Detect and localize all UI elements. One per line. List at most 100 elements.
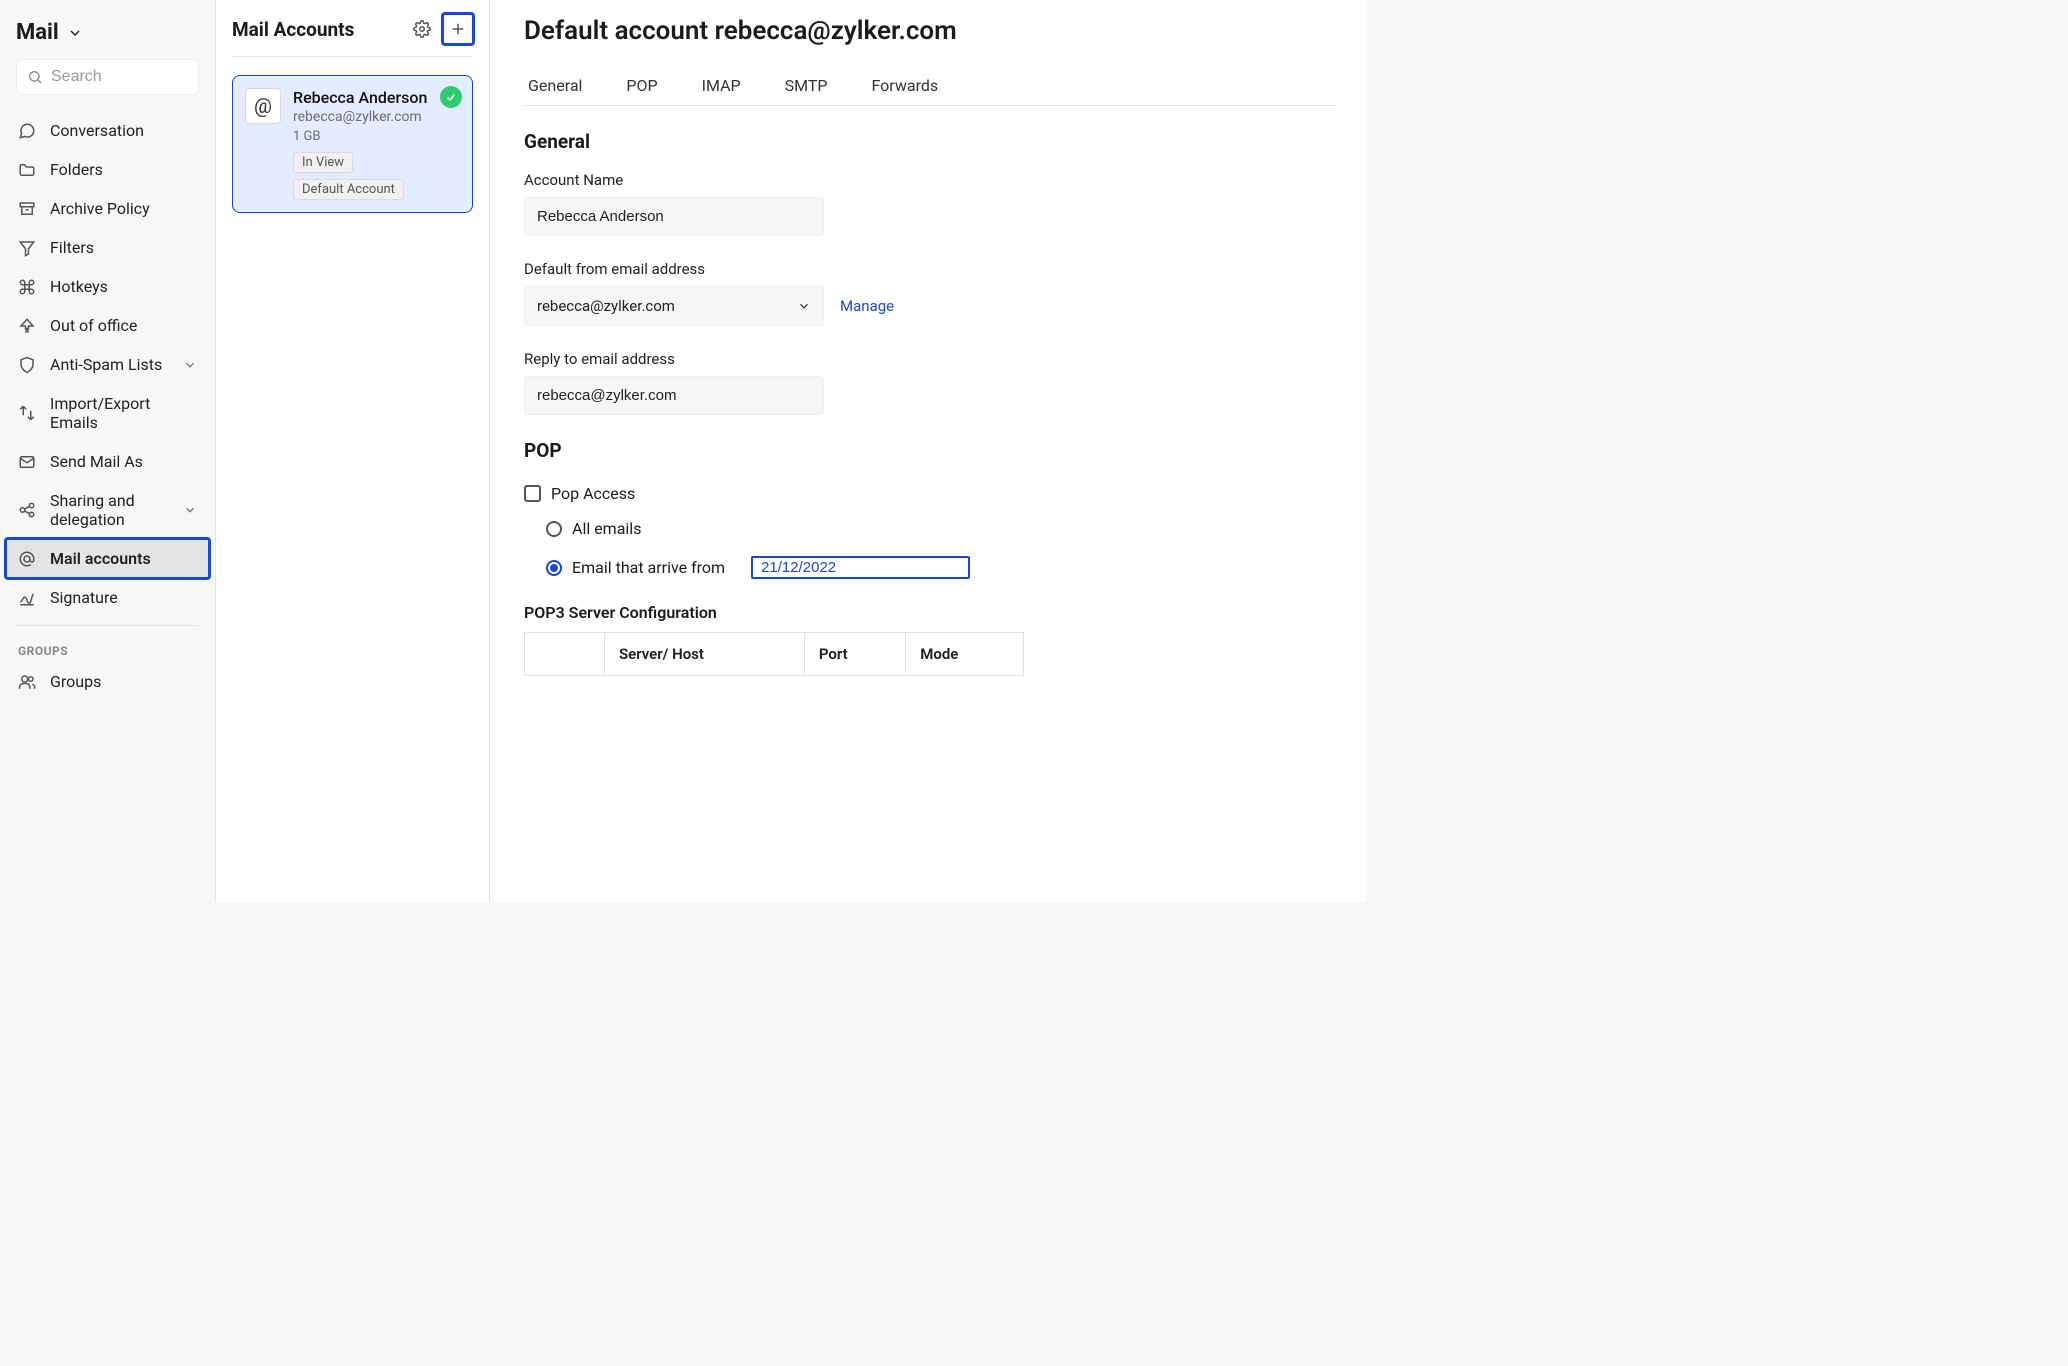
pop-from-date-input[interactable] (751, 556, 970, 579)
account-card-email: rebecca@zylker.com (293, 109, 460, 125)
filter-icon (18, 239, 36, 257)
pop-th-mode: Mode (906, 633, 1024, 676)
sidebar-item-send-mail-as[interactable]: Send Mail As (6, 442, 209, 481)
divider (16, 625, 199, 626)
pop-section: POP Pop Access All emails Email that arr… (524, 439, 1336, 676)
nav-label: Import/Export Emails (50, 394, 197, 432)
account-avatar: @ (245, 88, 281, 124)
manage-link[interactable]: Manage (840, 297, 894, 315)
shield-icon (18, 356, 36, 374)
nav-label: Conversation (50, 121, 144, 140)
tab-imap[interactable]: IMAP (698, 70, 745, 105)
sidebar-item-groups[interactable]: Groups (6, 662, 209, 701)
pop-radio-from-date[interactable] (546, 560, 562, 576)
pop-access-checkbox[interactable] (524, 485, 541, 502)
sidebar-item-conversation[interactable]: Conversation (6, 111, 209, 150)
sidebar: Mail Conversation Folders (0, 0, 216, 902)
account-card-name: Rebecca Anderson (293, 88, 460, 107)
sidebar-item-mail-accounts[interactable]: Mail accounts (6, 539, 209, 578)
plus-icon (449, 20, 467, 38)
nav-label: Signature (50, 588, 118, 607)
default-from-value: rebecca@zylker.com (537, 297, 675, 315)
accounts-panel: Mail Accounts @ Rebecca Anderson rebecca… (216, 0, 490, 902)
default-from-select[interactable]: rebecca@zylker.com (524, 286, 824, 326)
pop-th-port: Port (804, 633, 905, 676)
sidebar-item-archive-policy[interactable]: Archive Policy (6, 189, 209, 228)
archive-icon (18, 200, 36, 218)
chevron-down-icon (183, 358, 197, 372)
chevron-down-icon (183, 503, 197, 517)
add-account-button[interactable] (443, 14, 473, 44)
pop-radio-from-label: Email that arrive from (572, 558, 725, 577)
sidebar-product-selector[interactable]: Mail (6, 12, 209, 59)
search-input-wrapper[interactable] (16, 59, 199, 95)
sidebar-nav: Conversation Folders Archive Policy Filt… (6, 111, 209, 701)
detail-tabs: General POP IMAP SMTP Forwards (524, 70, 1336, 106)
signature-icon (18, 589, 36, 607)
content-panel: Default account rebecca@zylker.com Gener… (490, 0, 1366, 902)
pop3-config-table: Server/ Host Port Mode (524, 632, 1024, 676)
nav-label: Sharing and delegation (50, 491, 169, 529)
import-export-icon (18, 404, 36, 422)
send-icon (18, 453, 36, 471)
chat-icon (18, 122, 36, 140)
nav-label: Hotkeys (50, 277, 108, 296)
folder-icon (18, 161, 36, 179)
reply-to-input[interactable] (524, 376, 824, 415)
verified-badge (440, 86, 462, 108)
general-heading: General (524, 130, 1336, 153)
pop-th-blank (525, 633, 605, 676)
chevron-down-icon (67, 25, 83, 41)
sidebar-item-signature[interactable]: Signature (6, 578, 209, 617)
tab-pop[interactable]: POP (622, 70, 661, 105)
check-icon (445, 91, 457, 103)
sidebar-item-sharing[interactable]: Sharing and delegation (6, 481, 209, 539)
groups-section-label: GROUPS (6, 634, 209, 662)
share-icon (18, 501, 36, 519)
tab-forwards[interactable]: Forwards (868, 70, 943, 105)
account-settings-button[interactable] (407, 14, 437, 44)
nav-label: Folders (50, 160, 103, 179)
gear-icon (413, 20, 431, 38)
accounts-panel-title: Mail Accounts (232, 18, 354, 41)
command-icon (18, 278, 36, 296)
sidebar-item-folders[interactable]: Folders (6, 150, 209, 189)
sidebar-item-out-of-office[interactable]: Out of office (6, 306, 209, 345)
sidebar-item-import-export[interactable]: Import/Export Emails (6, 384, 209, 442)
pop3-config-heading: POP3 Server Configuration (524, 603, 1336, 622)
nav-label: Out of office (50, 316, 137, 335)
badge-default-account: Default Account (293, 179, 404, 200)
at-icon (18, 550, 36, 568)
page-title: Default account rebecca@zylker.com (524, 16, 1336, 46)
sidebar-item-filters[interactable]: Filters (6, 228, 209, 267)
nav-label: Send Mail As (50, 452, 143, 471)
tab-general[interactable]: General (524, 70, 586, 105)
nav-label: Archive Policy (50, 199, 150, 218)
general-section: General Account Name Default from email … (524, 130, 1336, 415)
nav-label: Anti-Spam Lists (50, 355, 162, 374)
nav-label: Filters (50, 238, 94, 257)
account-card[interactable]: @ Rebecca Anderson rebecca@zylker.com 1 … (232, 75, 473, 213)
nav-label: Groups (50, 672, 101, 691)
airplane-icon (18, 317, 36, 335)
reply-to-label: Reply to email address (524, 350, 1336, 368)
account-name-label: Account Name (524, 171, 1336, 189)
tab-smtp[interactable]: SMTP (781, 70, 832, 105)
badge-in-view: In View (293, 152, 353, 173)
pop-radio-all-label: All emails (572, 519, 641, 538)
default-from-label: Default from email address (524, 260, 1336, 278)
sidebar-item-anti-spam[interactable]: Anti-Spam Lists (6, 345, 209, 384)
sidebar-title: Mail (16, 20, 59, 45)
groups-icon (18, 673, 36, 691)
account-card-size: 1 GB (293, 129, 460, 144)
pop-radio-all-emails[interactable] (546, 521, 562, 537)
search-input[interactable] (51, 68, 188, 86)
account-name-input[interactable] (524, 197, 824, 236)
at-icon: @ (254, 94, 272, 118)
pop-heading: POP (524, 439, 1336, 462)
nav-label: Mail accounts (50, 549, 151, 568)
pop-access-label: Pop Access (551, 484, 635, 503)
search-icon (27, 69, 43, 85)
sidebar-item-hotkeys[interactable]: Hotkeys (6, 267, 209, 306)
pop-th-server: Server/ Host (605, 633, 805, 676)
